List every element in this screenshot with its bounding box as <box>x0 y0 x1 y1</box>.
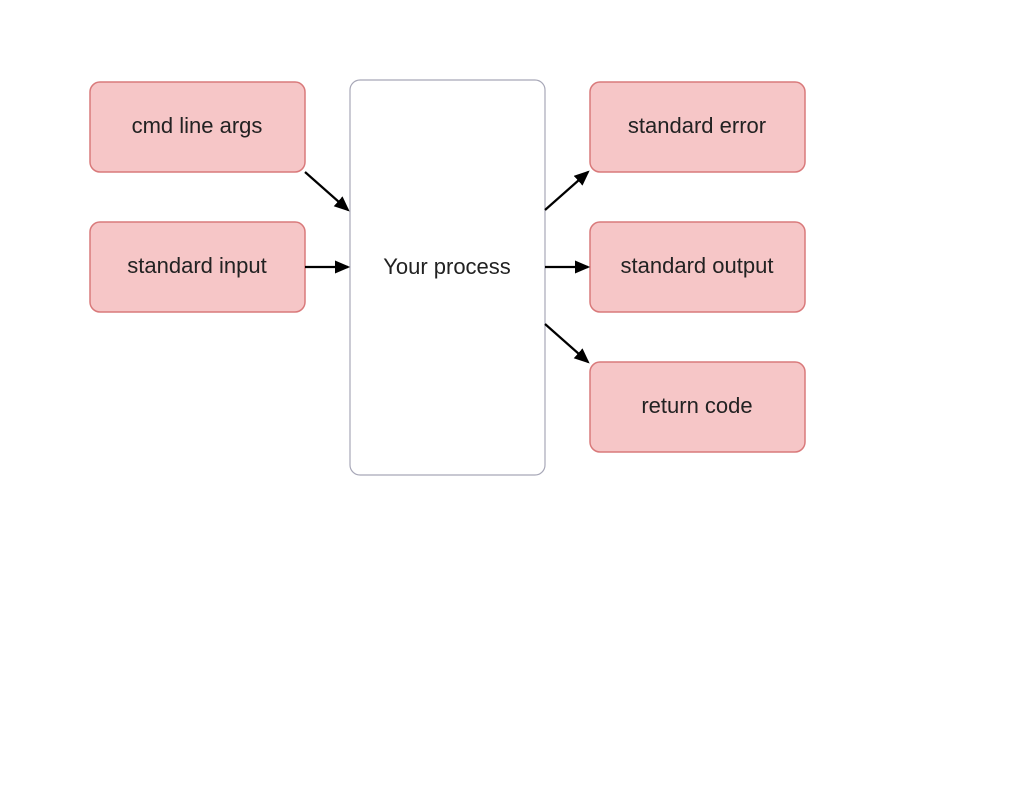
arrow-cmdline-to-process <box>305 172 348 210</box>
stdout-label: standard output <box>621 253 774 278</box>
arrow-process-to-retcode <box>545 324 588 362</box>
stdin-label: standard input <box>127 253 266 278</box>
retcode-label: return code <box>641 393 752 418</box>
cmdline-label: cmd line args <box>132 113 263 138</box>
process-label: Your process <box>383 254 511 279</box>
stderr-label: standard error <box>628 113 766 138</box>
arrow-process-to-stderr <box>545 172 588 210</box>
process-io-diagram: Your process cmd line args standard inpu… <box>0 0 1020 788</box>
